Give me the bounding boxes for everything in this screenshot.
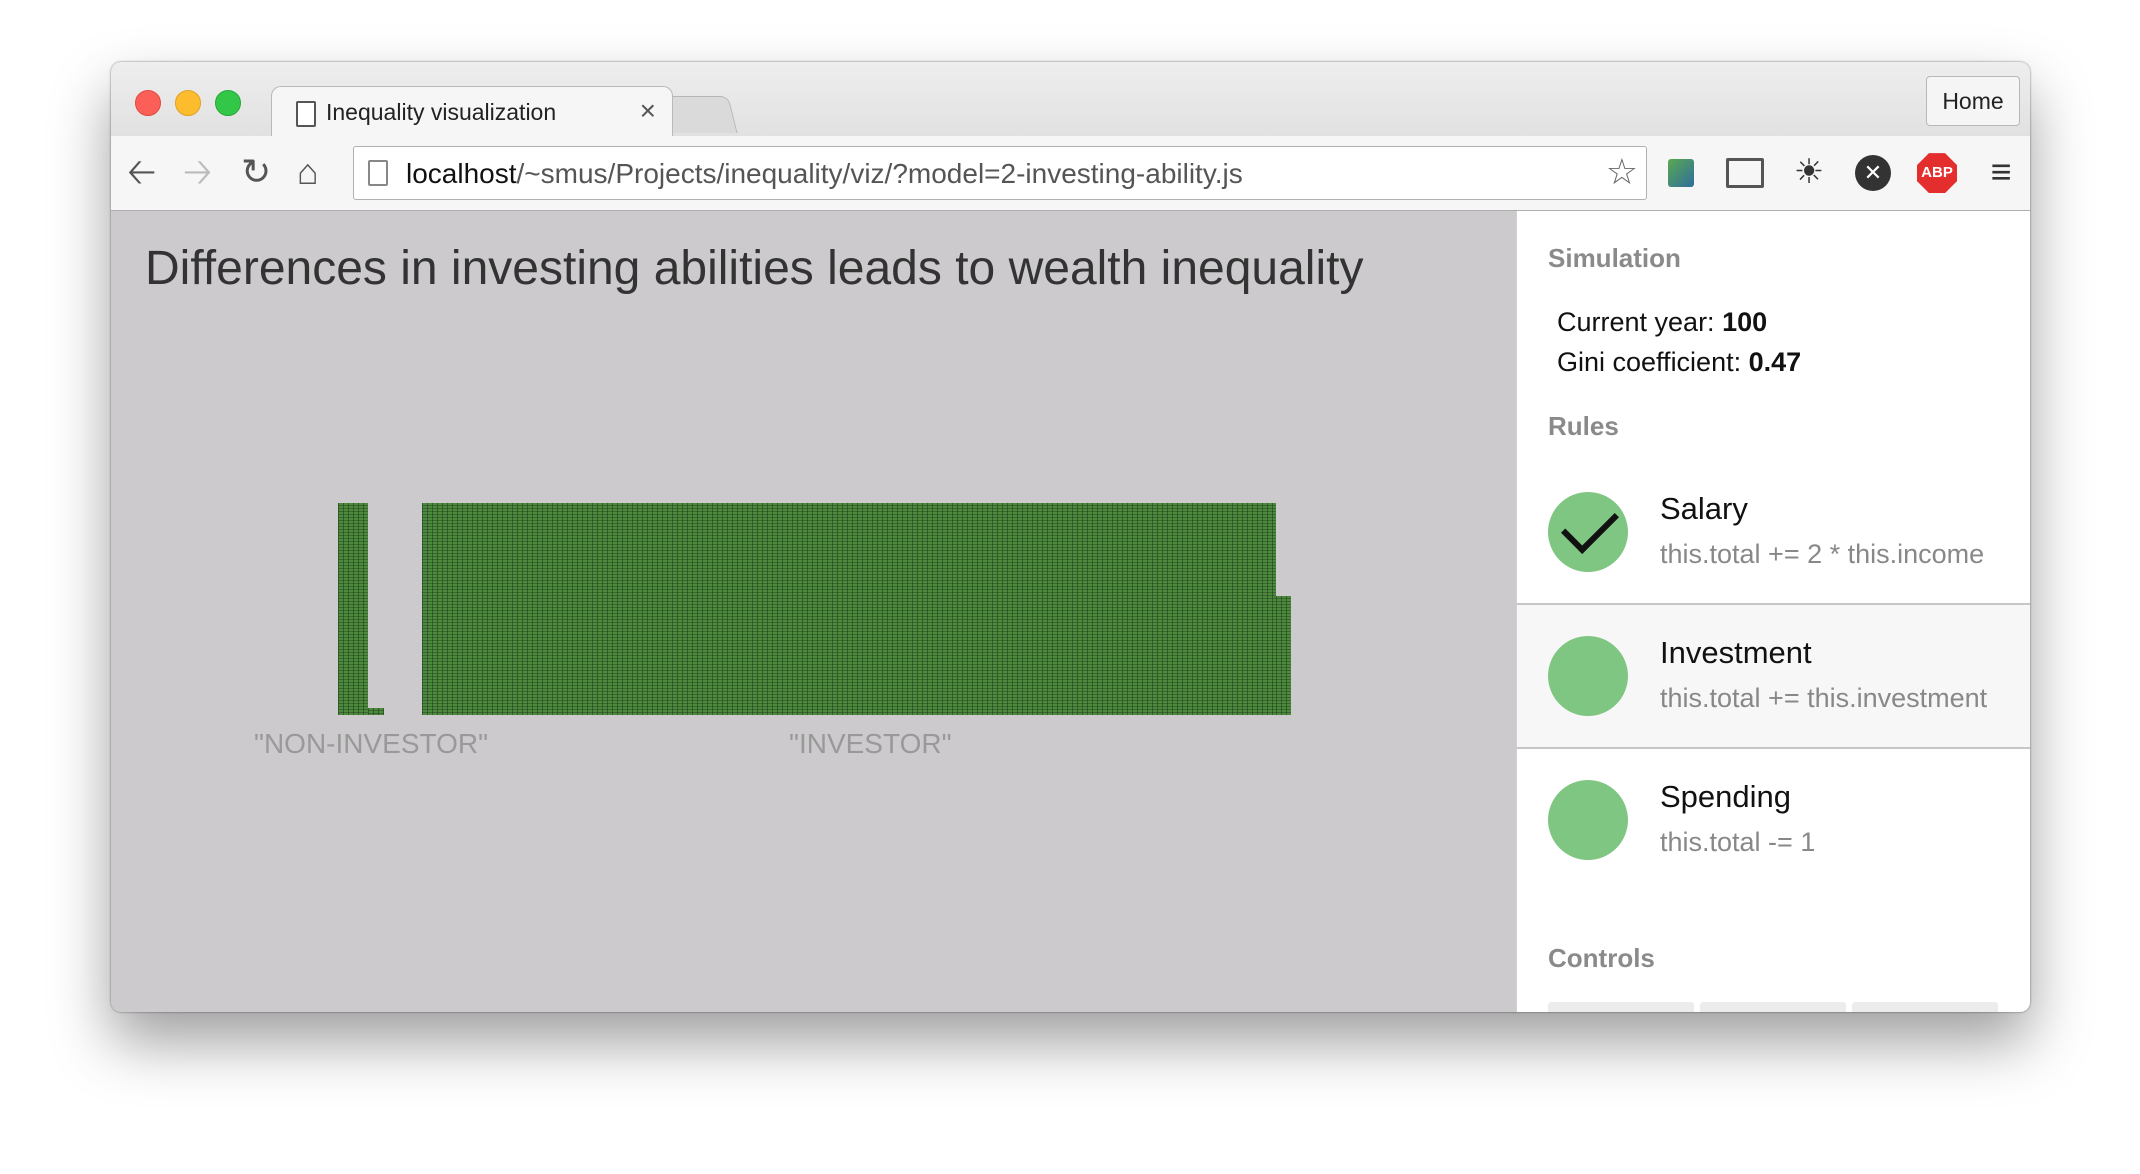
cast-icon[interactable]: [1723, 150, 1767, 194]
rule-toggle-investment[interactable]: [1548, 636, 1628, 716]
extension-close-icon[interactable]: ✕: [1851, 150, 1895, 194]
current-year-value: 100: [1722, 307, 1768, 337]
wealth-visualization: "NON-INVESTOR" "INVESTOR": [111, 211, 1516, 1012]
current-year-stat: Current year: 100: [1557, 307, 1767, 338]
address-bar[interactable]: localhost/~smus/Projects/inequality/viz/…: [353, 146, 1647, 200]
page-icon: [296, 101, 316, 127]
menu-icon[interactable]: ≡: [1979, 150, 2023, 194]
maximize-window-button[interactable]: [215, 90, 241, 116]
non-investor-wealth-stub: [368, 708, 384, 715]
url-path: /~smus/Projects/inequality/viz/?model=2-…: [516, 158, 1243, 189]
controls-heading: Controls: [1548, 943, 1655, 973]
non-investor-wealth-block: [338, 503, 368, 715]
brightness-icon[interactable]: ☀: [1787, 150, 1831, 194]
control-button[interactable]: [1548, 1002, 1694, 1012]
forward-arrow-icon[interactable]: 🡢: [183, 152, 212, 192]
rules-heading: Rules: [1548, 411, 1619, 441]
url-text[interactable]: localhost/~smus/Projects/inequality/viz/…: [406, 158, 1243, 190]
url-host: localhost: [406, 158, 517, 189]
close-window-button[interactable]: [135, 90, 161, 116]
page-content: Differences in investing abilities leads…: [111, 211, 2030, 1012]
rule-name: Salary: [1660, 491, 1748, 526]
rule-name: Investment: [1660, 635, 1812, 670]
control-button[interactable]: [1700, 1002, 1846, 1012]
control-button[interactable]: [1852, 1002, 1998, 1012]
gini-label: Gini coefficient:: [1557, 347, 1749, 377]
rule-toggle-spending[interactable]: [1548, 780, 1628, 860]
minimize-window-button[interactable]: [175, 90, 201, 116]
rule-salary[interactable]: Salary this.total += 2 * this.income: [1517, 461, 2030, 603]
extension-icon[interactable]: [1659, 150, 1703, 194]
back-arrow-icon[interactable]: 🡠: [127, 152, 156, 192]
sidebar: Simulation Current year: 100 Gini coeffi…: [1516, 211, 2030, 1012]
title-bar: Inequality visualization × Home: [111, 62, 2030, 139]
group-label-non-investor: "NON-INVESTOR": [254, 728, 489, 759]
browser-window: Inequality visualization × Home 🡠 🡢 ↻ ⌂ …: [111, 62, 2030, 1012]
reload-icon[interactable]: ↻: [241, 152, 271, 192]
rule-code: this.total -= 1: [1660, 827, 1816, 857]
page-icon: [368, 160, 388, 186]
home-icon[interactable]: ⌂: [297, 152, 319, 192]
rule-code: this.total += 2 * this.income: [1660, 539, 1985, 569]
tab-title: Inequality visualization: [326, 99, 557, 125]
group-label-investor: "INVESTOR": [789, 728, 952, 759]
new-tab-button[interactable]: [662, 96, 738, 133]
current-year-label: Current year:: [1557, 307, 1723, 337]
investor-wealth-overflow: [1276, 596, 1291, 715]
rule-code: this.total += this.investment: [1660, 683, 1988, 713]
gini-stat: Gini coefficient: 0.47: [1557, 347, 1801, 378]
bookmark-star-icon[interactable]: ☆: [1606, 152, 1638, 192]
rule-investment[interactable]: Investment this.total += this.investment: [1517, 603, 2030, 749]
checkmark-icon: [1561, 496, 1619, 554]
simulation-heading: Simulation: [1548, 243, 1681, 273]
browser-tab[interactable]: Inequality visualization ×: [271, 86, 673, 139]
rule-spending[interactable]: Spending this.total -= 1: [1517, 749, 2030, 891]
visualization-panel: Differences in investing abilities leads…: [111, 211, 1516, 1012]
tab-close-icon[interactable]: ×: [640, 95, 656, 127]
investor-wealth-block: [422, 503, 1276, 715]
adblock-icon[interactable]: ABP: [1915, 150, 1959, 194]
home-profile-button[interactable]: Home: [1926, 76, 2020, 126]
rule-name: Spending: [1660, 779, 1792, 814]
rule-toggle-salary[interactable]: [1548, 492, 1628, 572]
gini-value: 0.47: [1748, 347, 1802, 377]
browser-toolbar: 🡠 🡢 ↻ ⌂ localhost/~smus/Projects/inequal…: [111, 136, 2030, 211]
